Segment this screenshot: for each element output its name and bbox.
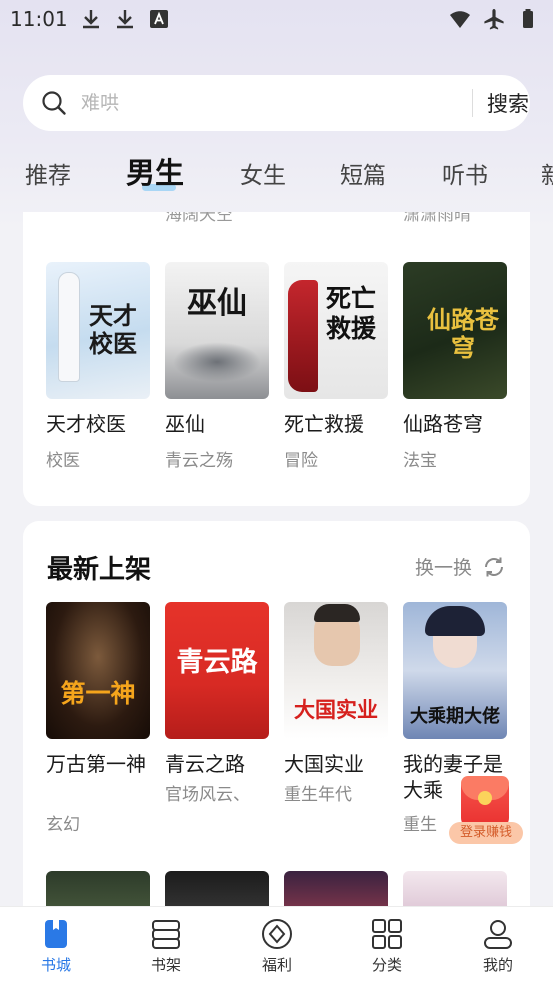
profile-icon bbox=[484, 920, 512, 949]
nav-label: 分类 bbox=[371, 956, 402, 974]
cover-artwork bbox=[425, 606, 485, 636]
tab-female[interactable]: 女生 bbox=[240, 156, 286, 190]
book-cover: 青云路 bbox=[165, 602, 269, 739]
book-cover: 巫仙 bbox=[165, 262, 269, 399]
bottom-navigation: 书城 书架 福利 分类 我的 bbox=[0, 906, 553, 983]
new-arrivals-section: 最新上架 换一换 第一神 万古第一神 玄幻 青云路 青云之路 官场风云、 大国实… bbox=[23, 521, 530, 921]
category-icon bbox=[372, 919, 402, 949]
book-cover: 大国实业 bbox=[284, 602, 388, 739]
book-subtitle: 青云之殇 bbox=[165, 451, 233, 471]
category-tabs: 推荐 男生 女生 短篇 听书 新 bbox=[0, 150, 553, 200]
book-subtitle: 玄幻 bbox=[46, 815, 80, 835]
partial-author-text: 潇潇雨晴 bbox=[403, 212, 471, 225]
book-title: 仙路苍穹 bbox=[403, 412, 483, 436]
cover-title: 仙路苍穹 bbox=[427, 305, 499, 362]
bookstore-icon bbox=[45, 920, 67, 948]
cover-title: 青云路 bbox=[176, 647, 258, 678]
book-title: 天才校医 bbox=[46, 412, 126, 436]
partial-author-text: 海阔天空 bbox=[165, 212, 233, 225]
status-time: 11:01 bbox=[10, 7, 68, 31]
nav-bookshelf[interactable]: 书架 bbox=[126, 917, 206, 975]
status-notification-icons bbox=[80, 8, 170, 30]
nav-bookstore[interactable]: 书城 bbox=[16, 917, 96, 975]
nav-label: 我的 bbox=[482, 956, 513, 974]
book-title: 万古第一神 bbox=[46, 752, 146, 776]
refresh-label: 换一换 bbox=[415, 557, 473, 579]
book-card[interactable]: 天才校医 天才校医 校医 bbox=[46, 262, 150, 482]
book-title: 巫仙 bbox=[165, 412, 205, 436]
red-envelope-icon bbox=[461, 776, 509, 828]
status-system-icons bbox=[449, 8, 539, 30]
book-cover: 大乘期大佬 bbox=[403, 602, 507, 739]
book-subtitle: 重生 bbox=[403, 815, 437, 835]
book-title: 死亡救援 bbox=[284, 412, 364, 436]
cover-artwork bbox=[173, 342, 261, 382]
cover-artwork bbox=[288, 280, 318, 392]
search-input[interactable] bbox=[81, 89, 441, 117]
book-card[interactable]: 死亡救援 死亡救援 冒险 bbox=[284, 262, 388, 482]
book-cover: 死亡救援 bbox=[284, 262, 388, 399]
cover-title: 死亡救援 bbox=[325, 284, 376, 343]
book-subtitle: 重生年代 bbox=[284, 785, 352, 805]
welfare-icon bbox=[262, 919, 292, 949]
font-a-icon bbox=[150, 10, 168, 28]
book-card[interactable]: 青云路 青云之路 官场风云、 bbox=[165, 602, 269, 837]
book-cover: 第一神 bbox=[46, 602, 150, 739]
nav-label: 书架 bbox=[150, 956, 181, 974]
tab-short-stories[interactable]: 短篇 bbox=[340, 156, 386, 190]
book-card[interactable]: 仙路苍穹 仙路苍穹 法宝 bbox=[403, 262, 507, 482]
cover-title: 巫仙 bbox=[187, 286, 247, 321]
book-card[interactable]: 巫仙 巫仙 青云之殇 bbox=[165, 262, 269, 482]
search-bar[interactable]: 搜索 bbox=[23, 75, 530, 131]
nav-category[interactable]: 分类 bbox=[347, 917, 427, 975]
figure-silhouette bbox=[58, 272, 80, 382]
book-card[interactable]: 第一神 万古第一神 玄幻 bbox=[46, 602, 150, 837]
book-section-top: 海阔天空 潇潇雨晴 天才校医 天才校医 校医 巫仙 巫仙 青云之殇 死亡救援 死… bbox=[23, 212, 530, 506]
cover-artwork bbox=[314, 604, 360, 622]
tab-male[interactable]: 男生 bbox=[126, 150, 184, 192]
book-title: 青云之路 bbox=[165, 752, 245, 776]
search-icon bbox=[42, 91, 66, 115]
battery-icon bbox=[523, 9, 533, 28]
nav-label: 福利 bbox=[261, 956, 292, 974]
cover-title: 大国实业 bbox=[294, 698, 378, 722]
login-reward-promo[interactable]: 登录赚钱 bbox=[449, 776, 523, 846]
promo-label: 登录赚钱 bbox=[449, 822, 523, 844]
tab-audiobooks[interactable]: 听书 bbox=[442, 156, 488, 190]
book-subtitle: 校医 bbox=[46, 451, 80, 471]
book-cover: 仙路苍穹 bbox=[403, 262, 507, 399]
refresh-button[interactable]: 换一换 bbox=[415, 553, 506, 580]
refresh-icon bbox=[485, 557, 504, 576]
search-divider bbox=[472, 89, 473, 117]
nav-label: 书城 bbox=[40, 956, 71, 974]
book-subtitle: 冒险 bbox=[284, 451, 318, 471]
section-title: 最新上架 bbox=[47, 555, 152, 585]
book-subtitle: 官场风云、 bbox=[165, 785, 250, 805]
book-card[interactable]: 大国实业 大国实业 重生年代 bbox=[284, 602, 388, 837]
download-icon bbox=[117, 10, 133, 29]
download-icon bbox=[83, 10, 99, 29]
tab-recommend[interactable]: 推荐 bbox=[25, 156, 71, 190]
cover-title: 第一神 bbox=[60, 679, 136, 708]
airplane-mode-icon bbox=[484, 9, 504, 30]
book-cover: 天才校医 bbox=[46, 262, 150, 399]
cover-title: 天才校医 bbox=[89, 301, 137, 358]
cover-title: 大乘期大佬 bbox=[410, 706, 500, 727]
tab-new[interactable]: 新 bbox=[541, 156, 553, 190]
nav-welfare[interactable]: 福利 bbox=[237, 917, 317, 975]
book-subtitle: 法宝 bbox=[403, 451, 437, 471]
status-bar: 11:01 bbox=[0, 0, 553, 38]
nav-profile[interactable]: 我的 bbox=[458, 917, 538, 975]
wifi-icon bbox=[450, 11, 470, 28]
bookshelf-icon bbox=[152, 920, 180, 949]
book-title: 大国实业 bbox=[284, 752, 364, 776]
search-button[interactable]: 搜索 bbox=[487, 88, 529, 118]
